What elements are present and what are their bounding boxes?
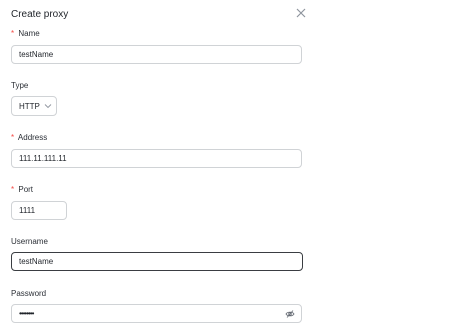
password-input[interactable]: •••••••• xyxy=(11,304,302,323)
port-label: * Port xyxy=(11,185,33,194)
required-marker: * xyxy=(11,133,15,142)
username-label: Username xyxy=(11,237,48,246)
name-label: * Name xyxy=(11,29,40,38)
port-input[interactable]: 1111 xyxy=(11,201,67,220)
address-input-value: 111.11.111.11 xyxy=(19,154,67,163)
name-input[interactable]: testName xyxy=(11,45,302,64)
name-label-text: Name xyxy=(18,29,40,38)
password-input-value: •••••••• xyxy=(19,309,34,318)
dialog-title: Create proxy xyxy=(11,9,69,20)
password-label-text: Password xyxy=(11,289,47,298)
type-select[interactable]: HTTP xyxy=(11,96,57,116)
port-input-value: 1111 xyxy=(19,206,36,215)
username-label-text: Username xyxy=(11,237,48,246)
type-label: Type xyxy=(11,81,28,90)
chevron-down-icon xyxy=(44,104,52,109)
type-select-value: HTTP xyxy=(19,101,40,111)
address-input[interactable]: 111.11.111.11 xyxy=(11,149,302,168)
address-label: * Address xyxy=(11,133,47,142)
username-input-value: testName xyxy=(19,257,54,266)
name-input-value: testName xyxy=(19,50,54,59)
required-marker: * xyxy=(11,29,15,38)
port-label-text: Port xyxy=(18,185,34,194)
close-icon[interactable] xyxy=(295,7,307,19)
create-proxy-dialog: Create proxy * Name testName Type HTTP *… xyxy=(0,0,474,335)
type-label-text: Type xyxy=(11,81,29,90)
required-marker: * xyxy=(11,185,15,194)
eye-off-icon[interactable] xyxy=(285,309,295,319)
address-label-text: Address xyxy=(17,133,48,142)
username-input[interactable]: testName xyxy=(11,252,303,271)
password-label: Password xyxy=(11,289,46,298)
